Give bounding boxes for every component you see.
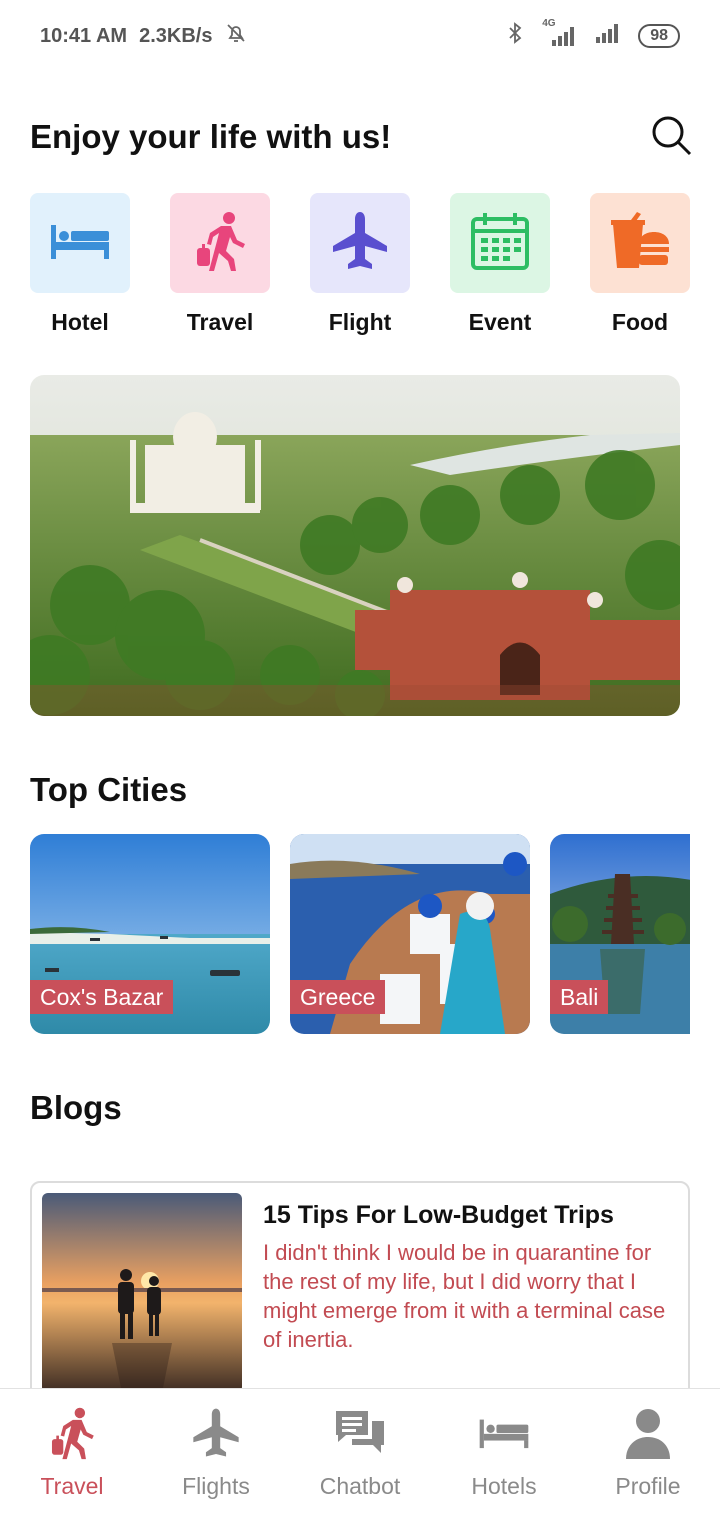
city-card-greece[interactable]: Greece bbox=[290, 834, 530, 1034]
section-title-blogs: Blogs bbox=[30, 1089, 122, 1126]
signal-icon bbox=[594, 21, 624, 51]
header: Enjoy your life with us! bbox=[30, 112, 694, 162]
chat-icon bbox=[332, 1405, 388, 1461]
city-label: Bali bbox=[550, 980, 609, 1014]
category-flight[interactable]: Flight bbox=[310, 193, 410, 336]
status-speed: 2.3KB/s bbox=[139, 24, 213, 47]
category-tile bbox=[170, 193, 270, 293]
category-tile bbox=[450, 193, 550, 293]
nav-label: Chatbot bbox=[319, 1473, 401, 1499]
signal-4g-icon: 4G bbox=[540, 18, 580, 48]
blog-card[interactable]: 15 Tips For Low-Budget Trips I didn't th… bbox=[30, 1181, 690, 1421]
category-label: Hotel bbox=[51, 309, 109, 335]
nav-item-hotels[interactable]: Hotels bbox=[432, 1389, 576, 1520]
nav-label: Profile bbox=[615, 1473, 681, 1499]
city-card-bali[interactable]: Bali bbox=[550, 834, 690, 1034]
category-event[interactable]: Event bbox=[450, 193, 550, 336]
blog-image bbox=[42, 1193, 242, 1393]
category-row: Hotel Travel Flight Event Food bbox=[30, 193, 690, 336]
nav-label: Travel bbox=[40, 1473, 104, 1499]
bluetooth-icon bbox=[504, 21, 526, 51]
category-tile bbox=[30, 193, 130, 293]
bed-icon bbox=[49, 221, 111, 266]
traveler-icon bbox=[44, 1405, 100, 1461]
fastfood-icon bbox=[609, 210, 671, 277]
cities-carousel[interactable]: Cox's Bazar Greece Bali bbox=[30, 834, 690, 1034]
hero-image bbox=[30, 375, 680, 716]
status-right: 4G 98 bbox=[504, 18, 680, 51]
airplane-icon bbox=[188, 1405, 244, 1461]
category-tile bbox=[310, 193, 410, 293]
bed-icon bbox=[476, 1405, 532, 1461]
category-label: Event bbox=[468, 309, 532, 335]
status-time: 10:41 AM bbox=[40, 24, 128, 47]
bell-off-icon bbox=[224, 21, 248, 51]
city-label: Greece bbox=[290, 980, 386, 1014]
category-label: Food bbox=[611, 309, 669, 335]
status-left: 10:41 AM 2.3KB/s bbox=[40, 21, 248, 51]
calendar-icon bbox=[469, 210, 531, 277]
search-icon bbox=[650, 114, 692, 161]
nav-item-flights[interactable]: Flights bbox=[144, 1389, 288, 1520]
battery-indicator: 98 bbox=[638, 24, 680, 48]
search-button[interactable] bbox=[648, 114, 694, 160]
status-bar: 10:41 AM 2.3KB/s 4G 98 bbox=[0, 0, 720, 72]
category-food[interactable]: Food bbox=[590, 193, 690, 336]
blog-title: 15 Tips For Low-Budget Trips bbox=[263, 1201, 614, 1229]
blog-excerpt: I didn't think I would be in quarantine … bbox=[263, 1240, 666, 1352]
person-icon bbox=[620, 1405, 676, 1461]
category-tile bbox=[590, 193, 690, 293]
nav-label: Hotels bbox=[471, 1473, 537, 1499]
category-travel[interactable]: Travel bbox=[170, 193, 270, 336]
city-card-coxs-bazar[interactable]: Cox's Bazar bbox=[30, 834, 270, 1034]
nav-item-profile[interactable]: Profile bbox=[576, 1389, 720, 1520]
bottom-navigation: Travel Flights Chatbot Hotels Profile bbox=[0, 1388, 720, 1520]
city-label: Cox's Bazar bbox=[30, 980, 174, 1014]
category-label: Flight bbox=[328, 309, 392, 335]
traveler-icon bbox=[193, 210, 247, 277]
nav-item-chatbot[interactable]: Chatbot bbox=[288, 1389, 432, 1520]
nav-label: Flights bbox=[182, 1473, 250, 1499]
airplane-icon bbox=[329, 210, 391, 277]
hero-banner[interactable] bbox=[30, 375, 680, 716]
section-title-top-cities: Top Cities bbox=[30, 771, 188, 808]
category-label: Travel bbox=[186, 309, 254, 335]
category-hotel[interactable]: Hotel bbox=[30, 193, 130, 336]
page-title: Enjoy your life with us! bbox=[30, 118, 392, 155]
nav-item-travel[interactable]: Travel bbox=[0, 1389, 144, 1520]
